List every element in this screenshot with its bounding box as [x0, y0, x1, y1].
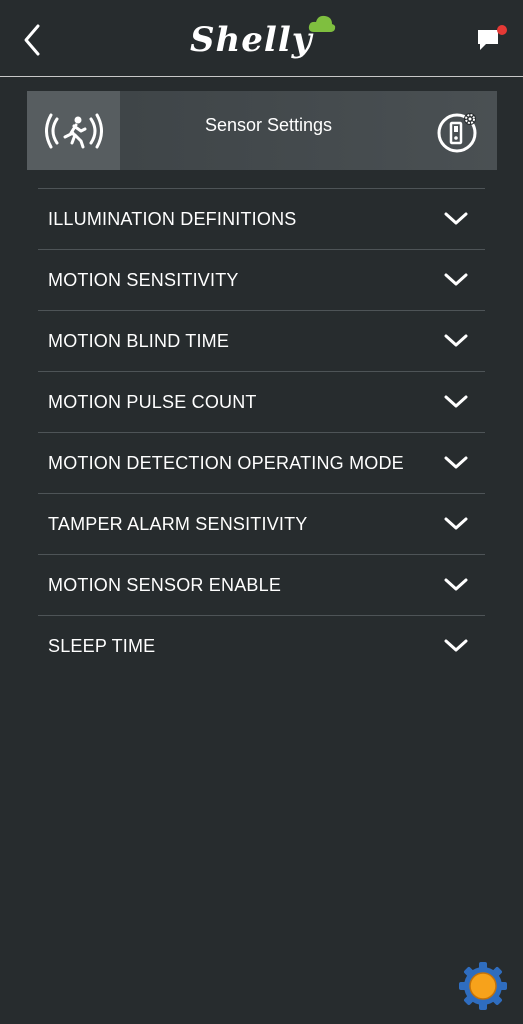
setting-label: MOTION SENSITIVITY — [48, 269, 239, 290]
page-title: Sensor Settings — [204, 115, 333, 135]
setting-label: MOTION DETECTION OPERATING MODE — [48, 452, 404, 473]
chevron-down-icon — [444, 395, 468, 408]
settings-list: ILLUMINATION DEFINITIONS MOTION SENSITIV… — [38, 188, 485, 676]
chevron-down-icon — [444, 273, 468, 286]
setting-label: ILLUMINATION DEFINITIONS — [48, 208, 297, 229]
setting-motion-blind-time[interactable]: MOTION BLIND TIME — [38, 310, 485, 371]
notifications-button[interactable] — [474, 22, 510, 54]
cloud-icon — [308, 15, 336, 32]
setting-label: MOTION BLIND TIME — [48, 330, 230, 351]
setting-label: MOTION PULSE COUNT — [48, 391, 257, 412]
device-settings-button[interactable] — [437, 110, 481, 154]
motion-sensor-tab[interactable] — [27, 91, 120, 170]
device-settings-icon — [437, 113, 477, 153]
chevron-down-icon — [444, 639, 468, 652]
setting-motion-sensitivity[interactable]: MOTION SENSITIVITY — [38, 249, 485, 310]
motion-sensor-icon — [44, 113, 103, 148]
chevron-down-icon — [444, 578, 468, 591]
setting-motion-detection-operating-mode[interactable]: MOTION DETECTION OPERATING MODE — [38, 432, 485, 493]
setting-label: MOTION SENSOR ENABLE — [48, 574, 282, 595]
setting-motion-pulse-count[interactable]: MOTION PULSE COUNT — [38, 371, 485, 432]
sensor-settings-banner: Sensor Settings — [27, 91, 497, 170]
shelly-logo: Shelly — [188, 14, 338, 66]
chevron-left-icon — [24, 24, 40, 56]
chat-notification-icon — [478, 25, 507, 50]
setting-sleep-time[interactable]: SLEEP TIME — [38, 615, 485, 676]
chevron-down-icon — [444, 456, 468, 469]
app-header: Shelly — [0, 0, 523, 77]
setting-illumination-definitions[interactable]: ILLUMINATION DEFINITIONS — [38, 188, 485, 249]
chevron-down-icon — [444, 334, 468, 347]
gear-icon — [459, 962, 507, 1010]
chevron-down-icon — [444, 517, 468, 530]
back-button[interactable] — [18, 20, 48, 60]
settings-fab[interactable] — [457, 960, 509, 1012]
setting-label: SLEEP TIME — [48, 635, 156, 656]
logo-text: Shelly — [190, 20, 313, 60]
setting-motion-sensor-enable[interactable]: MOTION SENSOR ENABLE — [38, 554, 485, 615]
chevron-down-icon — [444, 212, 468, 225]
setting-label: TAMPER ALARM SENSITIVITY — [48, 513, 308, 534]
setting-tamper-alarm-sensitivity[interactable]: TAMPER ALARM SENSITIVITY — [38, 493, 485, 554]
